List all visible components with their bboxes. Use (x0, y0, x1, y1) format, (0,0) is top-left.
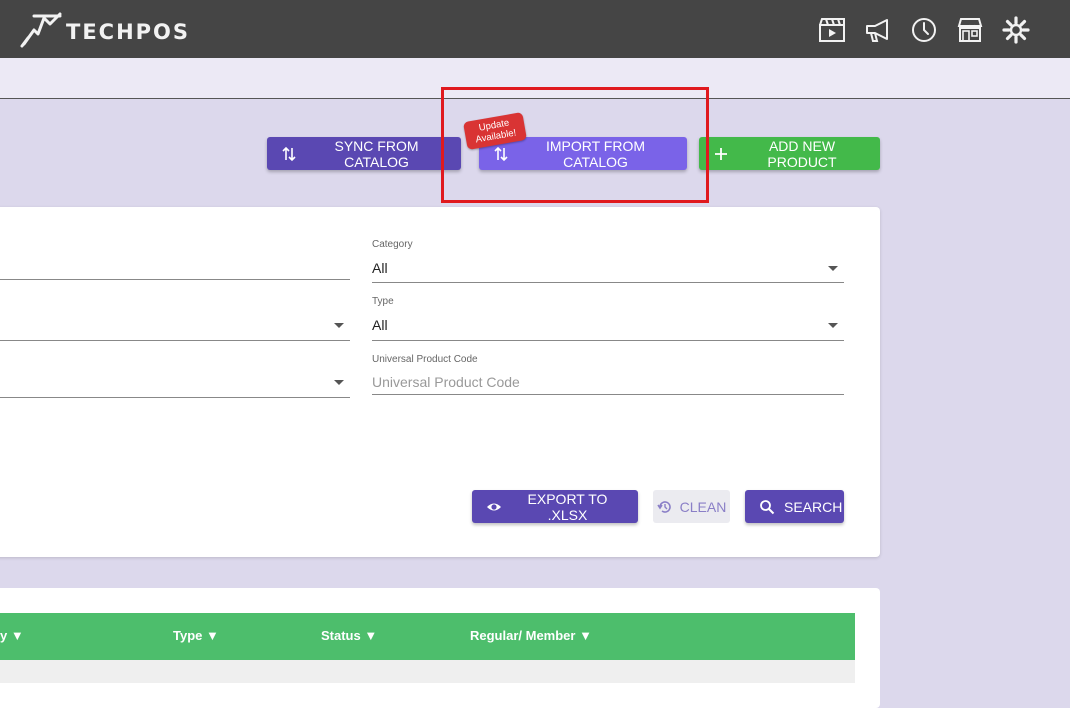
upc-label: Universal Product Code (372, 354, 478, 365)
sync-label: SYNC FROM CATALOG (334, 137, 419, 170)
search-label: SEARCH (784, 498, 843, 515)
dropdown-caret-icon (828, 323, 838, 328)
history-icon (656, 500, 671, 513)
search-button[interactable]: SEARCH (745, 490, 844, 523)
type-label: Type (372, 296, 394, 307)
filter-select-2[interactable] (0, 293, 350, 341)
export-label: EXPORT TO .XLSX (527, 490, 608, 523)
field-underline (372, 282, 844, 283)
clapperboard-icon[interactable] (816, 14, 848, 46)
field-underline (0, 397, 350, 398)
add-new-product-button[interactable]: ADD NEW PRODUCT (699, 137, 880, 170)
megaphone-icon[interactable] (862, 14, 894, 46)
techpos-logo[interactable]: TECHPOS (20, 10, 190, 48)
column-header-regular-member[interactable]: Regular/ Member ▼ (470, 628, 592, 643)
field-underline (372, 340, 844, 341)
filter-select-3[interactable] (0, 350, 350, 398)
category-label: Category (372, 239, 413, 250)
field-underline (0, 279, 350, 280)
import-label: IMPORT FROM CATALOG (545, 137, 646, 170)
search-icon (760, 499, 775, 514)
category-value: All (372, 260, 388, 276)
filter-field-1[interactable] (0, 232, 350, 280)
column-header-status[interactable]: Status ▼ (321, 628, 377, 643)
dropdown-caret-icon (828, 266, 838, 271)
top-app-bar: TECHPOS (0, 0, 1070, 58)
column-header-category[interactable]: y ▼ (0, 628, 24, 643)
gear-icon[interactable] (1000, 14, 1032, 46)
secondary-bar (0, 58, 1070, 99)
logo-mark-icon (20, 12, 62, 48)
clean-label: CLEAN (679, 498, 727, 515)
swap-vertical-icon (494, 146, 508, 161)
type-value: All (372, 317, 388, 333)
plus-icon (715, 147, 727, 160)
store-icon[interactable] (954, 14, 986, 46)
field-underline (372, 394, 844, 395)
clock-icon[interactable] (908, 14, 940, 46)
clean-button[interactable]: CLEAN (653, 490, 730, 523)
dropdown-caret-icon (334, 380, 344, 385)
eye-icon (487, 503, 501, 510)
column-header-type[interactable]: Type ▼ (173, 628, 219, 643)
upc-input[interactable]: Universal Product Code Universal Product… (372, 354, 844, 395)
logo-text: TECHPOS (66, 20, 191, 44)
upc-placeholder: Universal Product Code (372, 374, 520, 390)
add-label: ADD NEW PRODUCT (767, 137, 837, 170)
table-row[interactable] (0, 660, 855, 683)
dropdown-caret-icon (334, 323, 344, 328)
field-underline (0, 340, 350, 341)
export-xlsx-button[interactable]: EXPORT TO .XLSX (472, 490, 638, 523)
table-header (0, 613, 855, 660)
category-select[interactable]: Category All (372, 239, 844, 283)
type-select[interactable]: Type All (372, 296, 844, 341)
swap-vertical-icon (282, 146, 296, 161)
sync-from-catalog-button[interactable]: SYNC FROM CATALOG (267, 137, 461, 170)
